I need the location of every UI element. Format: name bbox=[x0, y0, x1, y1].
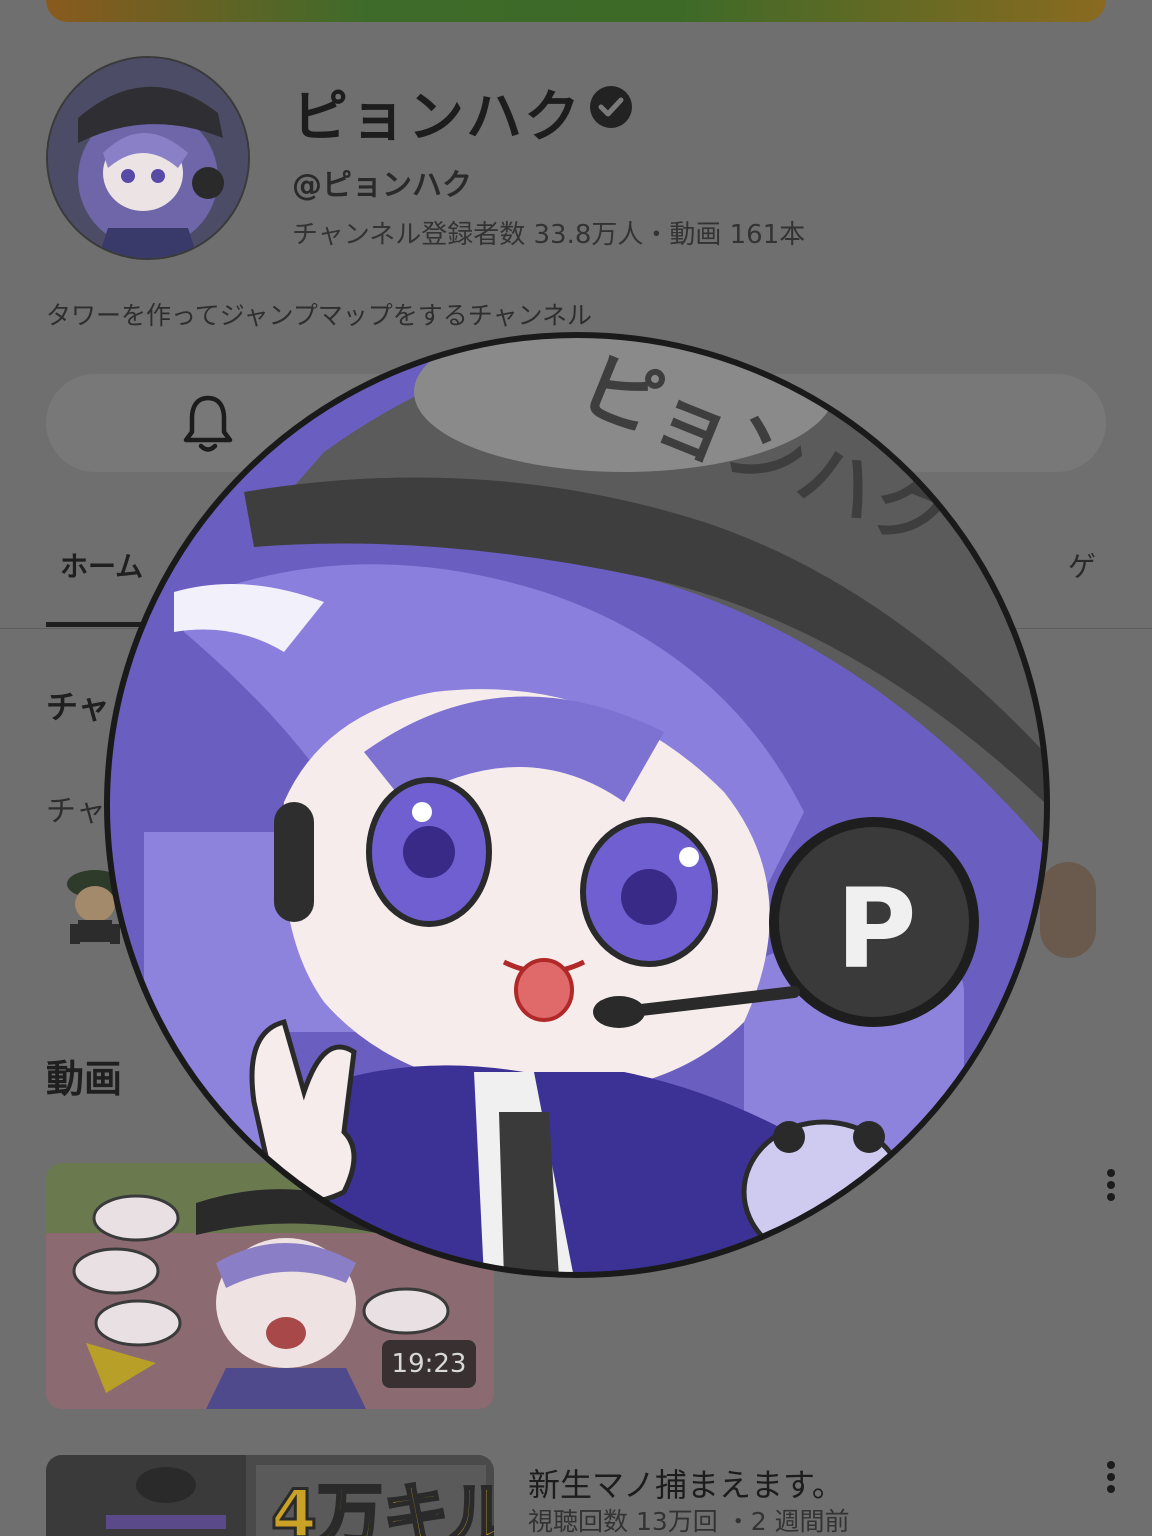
video-thumbnail-2[interactable]: 4万キル bbox=[46, 1455, 494, 1536]
verified-badge-icon bbox=[590, 86, 632, 128]
channel-handle: @ピョンハク bbox=[292, 168, 472, 203]
channel-avatar[interactable] bbox=[46, 56, 250, 260]
channel-banner[interactable] bbox=[46, 0, 1106, 22]
video-meta: 視聴回数 13万回 ・2 週間前 bbox=[528, 1507, 850, 1536]
thumbnail-text: 4万キル bbox=[271, 1476, 494, 1536]
tab-game[interactable]: ゲ bbox=[1068, 545, 1096, 585]
section-subtitle-channels: チャ bbox=[46, 794, 106, 829]
more-options-icon[interactable] bbox=[1104, 1166, 1118, 1206]
avatar-illustration bbox=[48, 58, 248, 258]
more-options-icon-2[interactable] bbox=[1104, 1458, 1118, 1498]
video-duration: 19:23 bbox=[382, 1340, 476, 1388]
channel-description[interactable]: タワーを作ってジャンプマップをするチャンネル bbox=[46, 296, 592, 332]
svg-text:P: P bbox=[836, 865, 917, 993]
video-title[interactable]: 新生マノ捕まえます。 bbox=[528, 1460, 844, 1506]
channel-name: ピョンハク bbox=[292, 85, 582, 150]
section-title-channels: チャ bbox=[46, 688, 110, 726]
channel-page: ピョンハク @ピョンハク チャンネル登録者数 33.8万人・動画 161本 タワ… bbox=[0, 0, 1152, 1536]
enlarged-avatar-overlay[interactable]: ピョンハク P bbox=[104, 332, 1050, 1278]
channel-stats: チャンネル登録者数 33.8万人・動画 161本 bbox=[292, 220, 806, 250]
